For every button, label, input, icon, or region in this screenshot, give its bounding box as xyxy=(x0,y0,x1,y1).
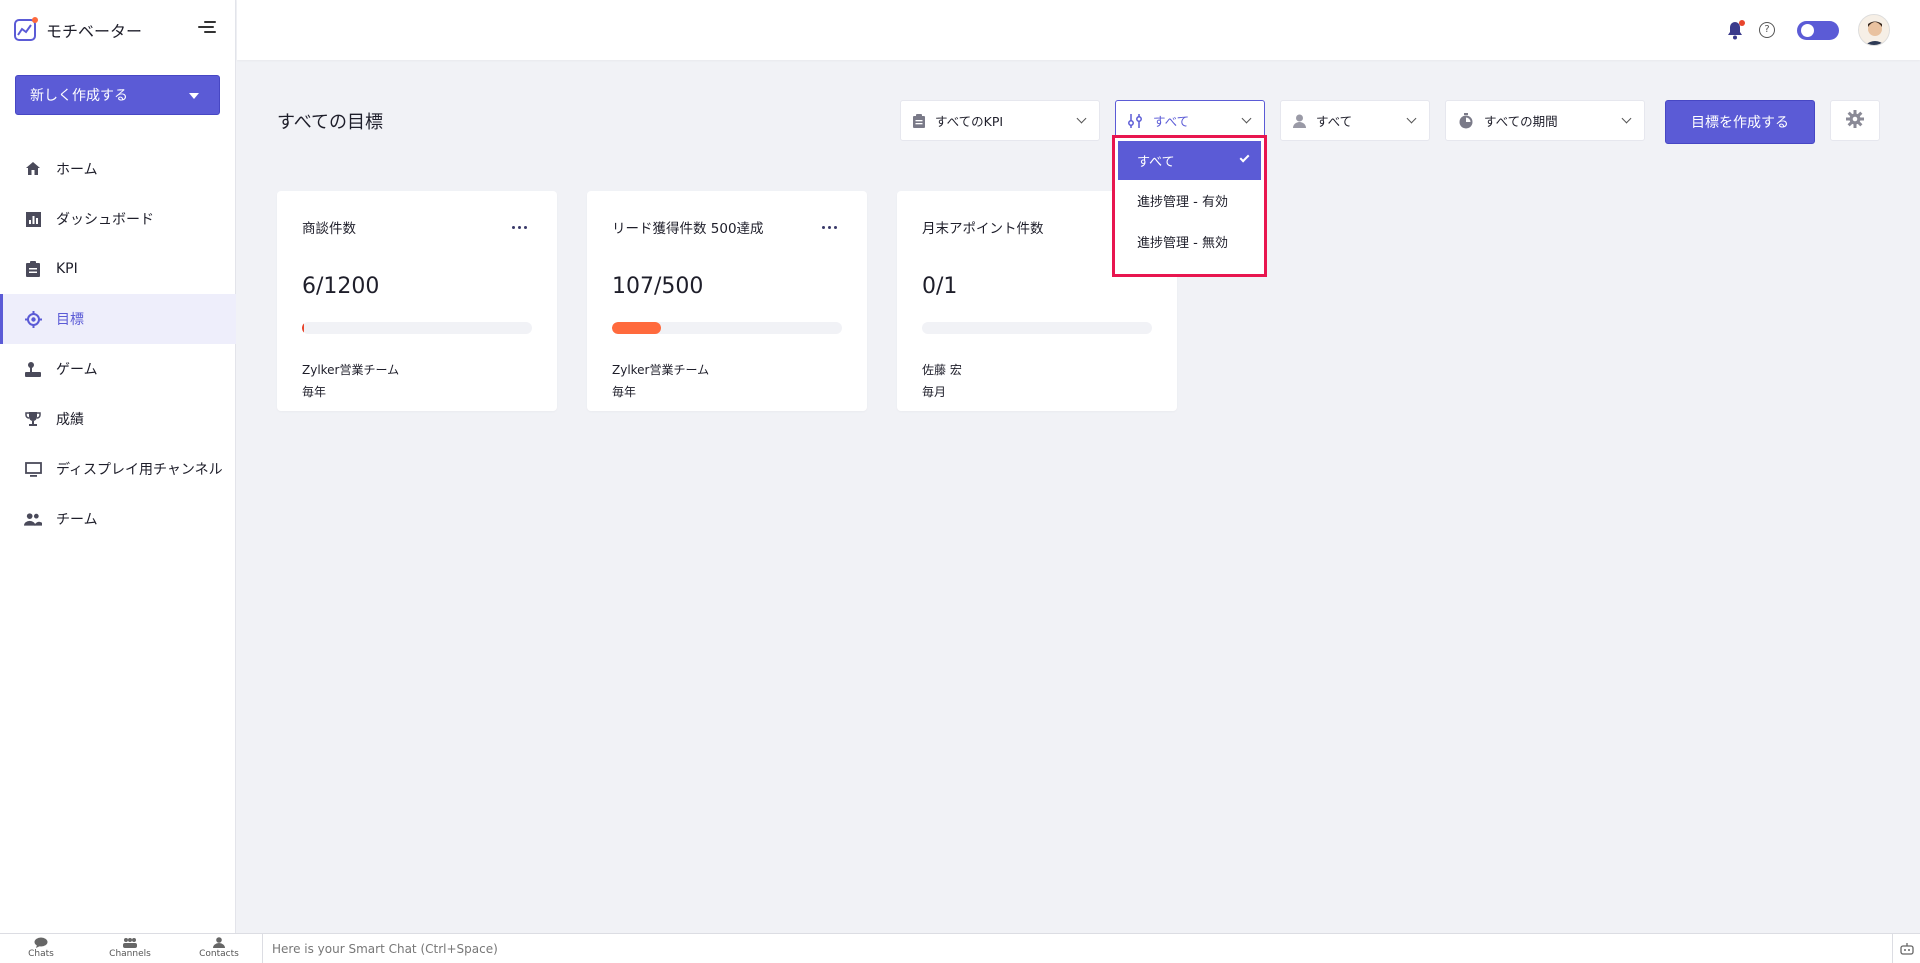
user-filter-select[interactable]: すべて xyxy=(1280,100,1430,141)
goal-title: リード獲得件数 500達成 xyxy=(612,221,764,237)
kpi-filter-value: すべてのKPI xyxy=(935,114,1004,129)
help-icon[interactable]: ? xyxy=(1759,22,1775,38)
goal-team: 佐藤 宏 xyxy=(922,363,962,377)
sidebar-item-game[interactable]: ゲーム xyxy=(0,344,236,394)
home-icon xyxy=(24,160,42,178)
sun-icon xyxy=(1801,24,1814,37)
gear-icon xyxy=(1846,109,1864,132)
caret-down-icon xyxy=(189,93,199,99)
chats-button[interactable]: Chats xyxy=(11,937,71,959)
chevron-down-icon xyxy=(1076,113,1087,124)
avatar[interactable] xyxy=(1858,14,1890,46)
sidebar-item-display-channel[interactable]: ディスプレイ用チャンネル xyxy=(0,444,236,494)
contacts-label: Contacts xyxy=(199,949,239,959)
joystick-icon xyxy=(24,360,42,378)
goal-period: 毎年 xyxy=(612,385,637,399)
dropdown-option-all[interactable]: すべて xyxy=(1118,141,1261,180)
sidebar-item-label: チーム xyxy=(56,512,98,528)
goal-period: 毎月 xyxy=(922,385,947,399)
dropdown-option-label: 進捗管理 - 有効 xyxy=(1137,195,1228,210)
sliders-icon xyxy=(1128,113,1143,128)
sidebar-item-goals[interactable]: 目標 xyxy=(0,294,236,344)
period-filter-value: すべての期間 xyxy=(1484,114,1558,129)
top-header xyxy=(237,0,1920,60)
create-goal-button[interactable]: 目標を作成する xyxy=(1665,100,1815,144)
user-filter-value: すべて xyxy=(1316,114,1353,129)
monitor-icon xyxy=(24,460,42,478)
clipboard-icon xyxy=(24,260,42,278)
smart-chat-input[interactable]: Here is your Smart Chat (Ctrl+Space) xyxy=(262,934,1892,963)
more-options-icon[interactable] xyxy=(512,226,527,229)
goal-title: 商談件数 xyxy=(302,221,356,237)
sidebar-item-kpi[interactable]: KPI xyxy=(0,244,236,294)
sidebar-item-label: 目標 xyxy=(56,312,84,328)
user-icon xyxy=(1293,114,1306,128)
goal-card[interactable]: 商談件数 6/1200 Zylker営業チーム 毎年 xyxy=(277,191,557,411)
goal-value: 107/500 xyxy=(612,274,704,299)
chat-bubble-icon xyxy=(34,937,48,948)
dropdown-option-enabled[interactable]: 進捗管理 - 有効 xyxy=(1115,180,1264,221)
stopwatch-icon xyxy=(1458,112,1474,129)
kpi-filter-select[interactable]: すべてのKPI xyxy=(900,100,1100,141)
app-logo-icon xyxy=(14,17,38,41)
sidebar-item-label: KPI xyxy=(56,261,78,277)
sidebar-nav: ホーム ダッシュボード KPI 目標 ゲーム 成績 ディスプレイ用チャンネル チ… xyxy=(0,144,236,544)
sidebar-item-label: ダッシュボード xyxy=(56,212,154,228)
channels-label: Channels xyxy=(109,949,151,959)
chevron-down-icon xyxy=(1241,113,1252,124)
goal-team: Zylker営業チーム xyxy=(612,363,710,377)
more-options-icon[interactable] xyxy=(822,226,837,229)
target-icon xyxy=(24,310,42,328)
bot-icon[interactable] xyxy=(1892,934,1920,963)
settings-button[interactable] xyxy=(1830,100,1880,141)
sidebar-item-label: ディスプレイ用チャンネル xyxy=(56,462,223,478)
trophy-icon xyxy=(24,410,42,428)
dashboard-icon xyxy=(24,210,42,228)
checkmark-icon xyxy=(1239,152,1250,163)
team-icon xyxy=(24,510,42,528)
sidebar: モチベーター 新しく作成する ホーム ダッシュボード KPI 目標 ゲーム 成績 xyxy=(0,0,236,933)
sidebar-item-label: ゲーム xyxy=(56,362,98,378)
goal-card[interactable]: リード獲得件数 500達成 107/500 Zylker営業チーム 毎年 xyxy=(587,191,867,411)
notification-bell-icon[interactable] xyxy=(1727,20,1745,40)
goal-period: 毎年 xyxy=(302,385,327,399)
goal-value: 0/1 xyxy=(922,274,958,299)
period-filter-select[interactable]: すべての期間 xyxy=(1445,100,1645,141)
brand[interactable]: モチベーター xyxy=(14,17,142,43)
sidebar-item-team[interactable]: チーム xyxy=(0,494,236,544)
create-new-label: 新しく作成する xyxy=(30,88,128,104)
sidebar-item-label: 成績 xyxy=(56,412,84,428)
progress-filter-value: すべて xyxy=(1153,114,1190,129)
clipboard-icon xyxy=(913,113,925,128)
goal-team: Zylker営業チーム xyxy=(302,363,400,377)
channels-icon xyxy=(123,937,137,948)
dropdown-option-label: 進捗管理 - 無効 xyxy=(1137,236,1228,251)
goal-progress-fill xyxy=(302,322,304,334)
contacts-button[interactable]: Contacts xyxy=(189,937,249,959)
goal-progress-bar xyxy=(922,322,1152,334)
sidebar-item-label: ホーム xyxy=(56,162,98,178)
page-title: すべての目標 xyxy=(277,112,384,133)
chevron-down-icon xyxy=(1621,113,1632,124)
create-new-button[interactable]: 新しく作成する xyxy=(15,75,220,115)
goal-progress-fill xyxy=(612,322,662,334)
goal-title: 月末アポイント件数 xyxy=(922,221,1044,237)
theme-toggle[interactable] xyxy=(1797,21,1839,40)
progress-filter-dropdown: すべて 進捗管理 - 有効 進捗管理 - 無効 xyxy=(1112,135,1267,277)
channels-button[interactable]: Channels xyxy=(100,937,160,959)
sidebar-item-dashboard[interactable]: ダッシュボード xyxy=(0,194,236,244)
dropdown-option-label: すべて xyxy=(1137,155,1175,170)
sidebar-item-home[interactable]: ホーム xyxy=(0,144,236,194)
dropdown-option-disabled[interactable]: 進捗管理 - 無効 xyxy=(1115,221,1264,262)
contacts-icon xyxy=(212,937,226,948)
goal-progress-bar xyxy=(302,322,532,334)
chats-label: Chats xyxy=(28,949,54,959)
menu-toggle-icon[interactable] xyxy=(198,21,216,35)
goal-progress-bar xyxy=(612,322,842,334)
goal-value: 6/1200 xyxy=(302,274,380,299)
sidebar-item-results[interactable]: 成績 xyxy=(0,394,236,444)
chevron-down-icon xyxy=(1406,113,1417,124)
bottom-chat-bar: Chats Channels Contacts Here is your Sma… xyxy=(0,933,1920,963)
app-name: モチベーター xyxy=(46,22,143,41)
